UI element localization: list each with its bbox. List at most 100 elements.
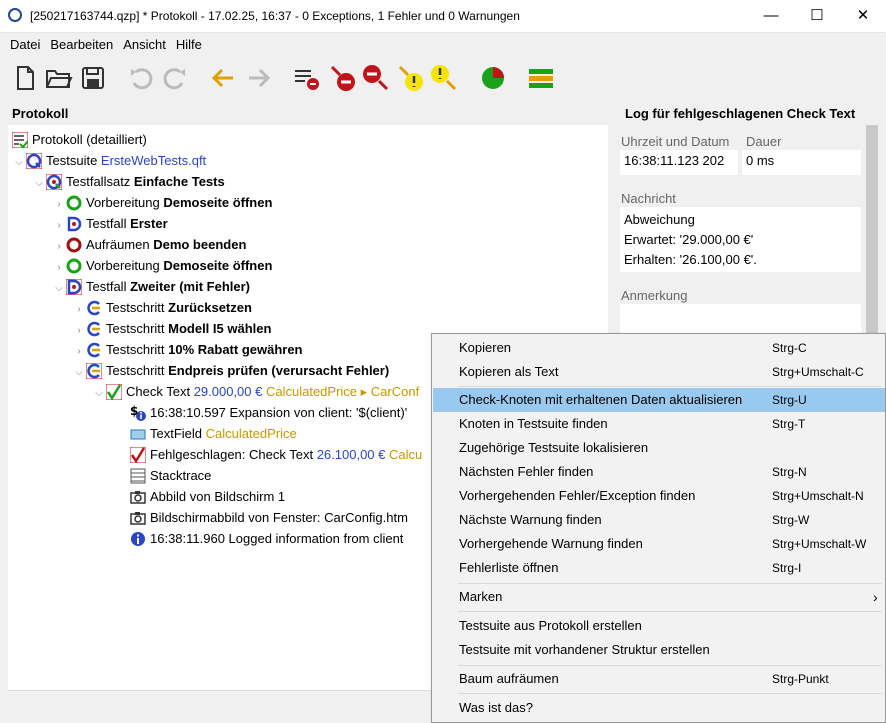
app-icon (8, 8, 22, 22)
tree-row-teststep[interactable]: › Testschritt Zurücksetzen (72, 297, 252, 318)
tree-row-testcase-error[interactable]: ⌵ Testfall Zweiter (mit Fehler) (52, 276, 250, 297)
collapse-icon[interactable]: ⌵ (72, 362, 86, 383)
menu-item-naechste-warnung[interactable]: Nächste Warnung finden Strg-W (433, 508, 885, 532)
submenu-arrow-icon: › (873, 589, 878, 605)
tree-row-setup[interactable]: › Vorbereitung Demoseite öffnen (52, 255, 272, 276)
duration-field[interactable]: 0 ms (742, 150, 861, 175)
menu-item-check-knoten-aktualisieren[interactable]: Check-Knoten mit erhaltenen Daten aktual… (433, 388, 885, 412)
protocol-icon (12, 131, 28, 148)
variable-info-icon: $ (130, 405, 146, 421)
forward-arrow-icon[interactable] (244, 63, 274, 93)
menu-item-kopieren-als-text[interactable]: Kopieren als Text Strg+Umschalt-C (433, 360, 885, 384)
tree-row-label: Protokoll (detailliert) (32, 132, 147, 147)
minimize-button[interactable]: — (748, 0, 794, 32)
prev-error-icon[interactable] (328, 63, 358, 93)
menu-hilfe[interactable]: Hilfe (171, 33, 207, 57)
tree-row-check-text[interactable]: ⌵ Check Text 29.000,00 € CalculatedPrice … (92, 381, 419, 402)
tree-row-logged-info[interactable]: 16:38:11.960 Logged information from cli… (130, 528, 403, 549)
protocol-panel-title: Protokoll (12, 106, 69, 121)
tree-row-teststep[interactable]: › Testschritt Modell I5 wählen (72, 318, 271, 339)
teststep-icon (87, 321, 100, 336)
menu-item-knoten-finden[interactable]: Knoten in Testsuite finden Strg-T (433, 412, 885, 436)
menu-bearbeiten[interactable]: Bearbeiten (45, 33, 118, 57)
menu-datei[interactable]: Datei (0, 33, 45, 57)
menu-separator (458, 611, 882, 612)
tree-row-teststep[interactable]: › Testschritt 10% Rabatt gewähren (72, 339, 302, 362)
tree-row-teststep-error[interactable]: ⌵ Testschritt Endpreis prüfen (verursacht… (72, 360, 389, 381)
cleanup-red-circle-icon (66, 237, 82, 253)
menu-ansicht[interactable]: Ansicht (118, 33, 171, 57)
duration-label: Dauer (746, 134, 782, 149)
collapse-icon[interactable]: ⌵ (12, 152, 26, 173)
maximize-button[interactable]: ☐ (794, 0, 840, 32)
save-icon[interactable] (78, 63, 108, 93)
collapse-icon[interactable]: ⌵ (52, 278, 66, 299)
tree-row-setup[interactable]: › Vorbereitung Demoseite öffnen (52, 192, 272, 213)
camera-icon (130, 490, 146, 504)
menu-item-vorheriger-fehler[interactable]: Vorhergehenden Fehler/Exception finden St… (433, 484, 885, 508)
back-arrow-icon[interactable] (208, 63, 238, 93)
menu-item-testsuite-lokalisieren[interactable]: Zugehörige Testsuite lokalisieren (433, 436, 885, 460)
collapse-errors-icon[interactable] (292, 63, 322, 93)
menu-separator (458, 693, 882, 694)
failed-check-icon (130, 446, 146, 463)
message-field[interactable]: Abweichung Erwartet: '29.000,00 €' Erhal… (620, 207, 861, 272)
tree-row-testset[interactable]: ⌵ Testfallsatz Einfache Tests (32, 171, 225, 192)
menu-separator (458, 583, 882, 584)
menu-item-testsuite-struktur[interactable]: Testsuite mit vorhandener Struktur erste… (433, 638, 885, 662)
setup-green-circle-icon (66, 258, 82, 274)
expand-icon[interactable]: › (72, 320, 86, 341)
new-file-icon[interactable] (10, 63, 40, 93)
next-warning-icon[interactable] (428, 63, 458, 93)
stacktrace-icon (130, 468, 146, 484)
detail-scrollbar[interactable] (866, 125, 878, 345)
menu-item-kopieren[interactable]: Kopieren Strg-C (433, 336, 885, 360)
tree-row-window-screenshot[interactable]: Bildschirmabbild von Fenster: CarConfig.… (130, 507, 408, 528)
menu-item-fehlerliste[interactable]: Fehlerliste öffnen Strg-I (433, 556, 885, 580)
tree-row-failed-check[interactable]: Fehlgeschlagen: Check Text 26.100,00 € C… (130, 444, 422, 465)
tree-row-textfield[interactable]: TextField CalculatedPrice (130, 423, 297, 444)
menu-item-was-ist-das[interactable]: Was ist das? (433, 696, 885, 720)
expand-icon[interactable]: › (52, 215, 66, 236)
menu-item-marken[interactable]: Marken › (433, 585, 885, 609)
expand-icon[interactable]: › (52, 257, 66, 278)
message-line: Erwartet: '29.000,00 €' (624, 232, 754, 247)
tree-row-screenshot[interactable]: Abbild von Bildschirm 1 (130, 486, 285, 507)
next-error-icon[interactable] (360, 63, 390, 93)
tree-row-stacktrace[interactable]: Stacktrace (130, 465, 211, 486)
detail-panel-title: Log für fehlgeschlagenen Check Text (625, 106, 856, 121)
context-menu: Kopieren Strg-C Kopieren als Text Strg+Ums… (431, 333, 886, 723)
testsuite-link[interactable]: ErsteWebTests.qft (101, 153, 206, 168)
open-folder-icon[interactable] (44, 63, 74, 93)
expand-icon[interactable]: › (72, 341, 86, 362)
menu-item-vorherige-warnung[interactable]: Vorhergehende Warnung finden Strg+Umschal… (433, 532, 885, 556)
expand-icon[interactable]: › (72, 299, 86, 320)
collapse-icon[interactable]: ⌵ (32, 173, 46, 194)
undo-icon[interactable] (126, 63, 156, 93)
time-label: Uhrzeit und Datum (621, 134, 730, 149)
pie-chart-icon[interactable] (478, 63, 508, 93)
tree-row-cleanup[interactable]: › Aufräumen Demo beenden (52, 234, 246, 255)
time-field[interactable]: 16:38:11.123 202 (620, 150, 738, 175)
expand-icon[interactable]: › (52, 194, 66, 215)
testset-icon (46, 173, 62, 190)
menu-item-naechster-fehler[interactable]: Nächsten Fehler finden Strg-N (433, 460, 885, 484)
setup-green-circle-icon (66, 195, 82, 211)
expand-icon[interactable]: › (52, 236, 66, 257)
check-error-icon (106, 383, 122, 400)
menu-item-baum-aufraeumen[interactable]: Baum aufräumen Strg-Punkt (433, 667, 885, 691)
tree-row-testcase[interactable]: › Testfall Erster (52, 213, 167, 236)
tree-row-protocol[interactable]: Protokoll (detailliert) (12, 129, 147, 150)
redo-icon[interactable] (160, 63, 190, 93)
prev-warning-icon[interactable] (396, 63, 426, 93)
collapse-icon[interactable]: ⌵ (92, 383, 106, 404)
tree-row-testsuite[interactable]: ⌵ Testsuite ErsteWebTests.qft (12, 150, 206, 171)
close-button[interactable]: ✕ (840, 0, 886, 32)
menu-bar: Datei Bearbeiten Ansicht Hilfe (0, 33, 886, 57)
tree-row-expansion-info[interactable]: $16:38:10.597 Expansion von client: '$(c… (130, 402, 407, 423)
textfield-icon (130, 429, 146, 440)
bar-summary-icon[interactable] (526, 63, 556, 93)
camera-icon (130, 511, 146, 525)
menu-separator (458, 386, 882, 387)
menu-item-testsuite-erstellen[interactable]: Testsuite aus Protokoll erstellen (433, 614, 885, 638)
